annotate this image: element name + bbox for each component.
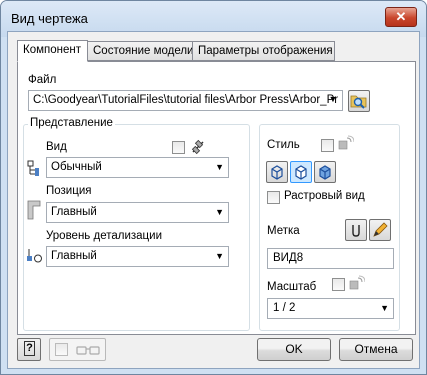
raster-view-checkbox[interactable] xyxy=(267,191,280,204)
tag-label: Метка xyxy=(267,225,300,237)
position-combo[interactable]: Главный ▼ xyxy=(46,202,229,223)
dialog-client: Компонент Состояние модели Параметры ото… xyxy=(7,31,420,369)
associative-link-icon xyxy=(191,139,204,155)
help-button[interactable]: ? xyxy=(17,338,41,361)
raster-view-label: Растровый вид xyxy=(284,190,365,202)
hidden-line-removed-button[interactable] xyxy=(290,161,312,183)
label-visibility-icon xyxy=(352,225,360,237)
scale-checkbox[interactable] xyxy=(332,278,345,291)
position-value: Главный xyxy=(51,206,97,218)
dialog-window: Вид чертежа ✕ Компонент Состояние модели… xyxy=(0,0,427,375)
view-checkbox[interactable] xyxy=(172,141,185,154)
view-combo[interactable]: Обычный ▼ xyxy=(46,157,229,178)
lod-combo[interactable]: Главный ▼ xyxy=(46,246,229,267)
ok-button[interactable]: OK xyxy=(257,338,331,361)
tab-component[interactable]: Компонент xyxy=(17,40,88,62)
tag-input[interactable]: ВИД8 xyxy=(267,248,394,269)
chevron-down-icon: ▼ xyxy=(380,303,389,313)
file-label: Файл xyxy=(28,74,57,86)
lod-value: Главный xyxy=(51,250,97,262)
chevron-down-icon: ▼ xyxy=(215,251,224,261)
position-label: Позиция xyxy=(46,185,92,197)
tab-display-options-label: Параметры отображения xyxy=(198,45,333,57)
close-icon: ✕ xyxy=(395,9,407,24)
shaded-button[interactable] xyxy=(314,161,336,183)
tag-value: ВИД8 xyxy=(273,252,304,264)
tab-panel-component: Файл C:\Goodyear\TutorialFiles\tutorial … xyxy=(17,61,416,335)
scale-combo[interactable]: 1 / 2 ▼ xyxy=(267,298,394,319)
tab-model-state-label: Состояние модели xyxy=(93,45,194,57)
chevron-down-icon: ▼ xyxy=(328,94,338,104)
glasses-icon xyxy=(76,346,100,355)
edit-tag-button[interactable] xyxy=(369,219,391,241)
file-path-combo[interactable]: C:\Goodyear\TutorialFiles\tutorial files… xyxy=(28,90,343,111)
cancel-button[interactable]: Отмена xyxy=(339,338,413,361)
representation-title: Представление xyxy=(28,117,115,129)
scale-link-icon xyxy=(349,275,365,290)
tab-component-label: Компонент xyxy=(23,44,81,56)
pencil-icon xyxy=(373,222,388,237)
hidden-line-button[interactable] xyxy=(266,161,288,183)
browse-file-button[interactable] xyxy=(348,90,370,112)
help-icon: ? xyxy=(24,341,35,356)
representation-group: Представление Вид Обычный ▼ Позиция Глав… xyxy=(23,117,250,331)
hidden-line-cube-icon xyxy=(271,165,283,180)
scale-label: Масштаб xyxy=(267,281,317,293)
close-button[interactable]: ✕ xyxy=(385,7,417,27)
lod-label: Уровень детализации xyxy=(46,230,162,242)
level-of-detail-icon xyxy=(27,249,42,263)
style-link-icon xyxy=(338,135,354,150)
view-value: Обычный xyxy=(51,161,102,173)
style-group: Стиль Растровый вид Метка ВИД8 Масштаб 1… xyxy=(259,124,400,331)
window-title: Вид чертежа xyxy=(11,11,88,26)
style-label: Стиль xyxy=(267,139,300,151)
design-view-icon xyxy=(27,160,39,176)
folder-search-icon xyxy=(350,95,367,109)
view-label: Вид xyxy=(46,141,67,153)
file-path-value: C:\Goodyear\TutorialFiles\tutorial files… xyxy=(33,94,339,106)
scale-value: 1 / 2 xyxy=(273,302,296,314)
file-dropdown-button[interactable]: ▼ xyxy=(325,91,341,110)
tab-display-options[interactable]: Параметры отображения xyxy=(192,41,335,61)
edit-view-tools-button[interactable] xyxy=(49,338,106,361)
tab-model-state[interactable]: Состояние модели xyxy=(87,41,194,61)
style-checkbox[interactable] xyxy=(321,139,334,152)
hidden-line-removed-cube-icon xyxy=(295,165,307,180)
chevron-down-icon: ▼ xyxy=(215,162,224,172)
tag-visibility-button[interactable] xyxy=(345,219,367,241)
shaded-cube-icon xyxy=(319,165,331,180)
edit-view-checkbox[interactable] xyxy=(55,343,68,356)
positional-rep-icon xyxy=(27,200,41,220)
chevron-down-icon: ▼ xyxy=(215,207,224,217)
